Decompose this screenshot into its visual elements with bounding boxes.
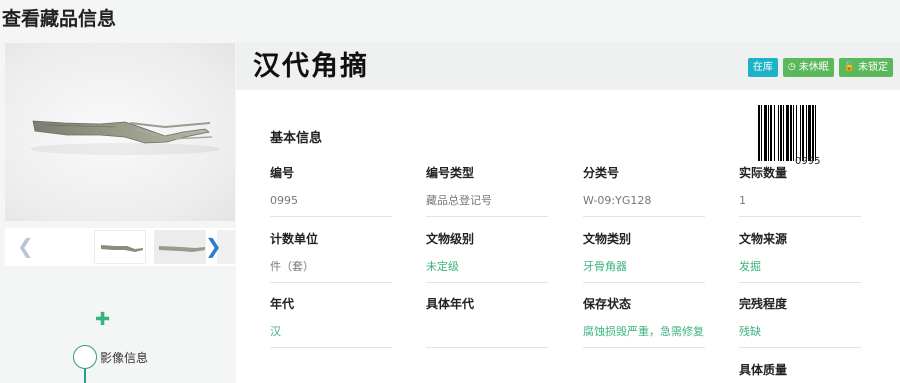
field-preservation: 保存状态 腐蚀损毁严重，急需修复 xyxy=(583,295,705,348)
field-value: 汉 xyxy=(270,321,392,348)
chevron-right-icon[interactable]: ❯ xyxy=(205,234,222,258)
field-quantity: 实际数量 1 xyxy=(739,164,861,217)
field-weight: 具体质量 xyxy=(739,361,861,377)
field-specific-era: 具体年代 xyxy=(426,295,548,348)
barcode xyxy=(758,105,860,161)
status-badge-unlocked: 🔓 未锁定 xyxy=(838,58,893,77)
field-value: 1 xyxy=(739,190,861,217)
plus-icon[interactable]: ✚ xyxy=(95,309,110,330)
field-label: 计数单位 xyxy=(270,232,319,246)
field-value: 发掘 xyxy=(739,256,861,283)
field-value: 藏品总登记号 xyxy=(426,190,548,217)
thumbnail[interactable] xyxy=(94,230,146,264)
timeline-node-icon xyxy=(73,345,97,369)
field-label: 具体年代 xyxy=(426,297,475,311)
field-category: 文物类别 牙骨角器 xyxy=(583,230,705,283)
field-label: 完残程度 xyxy=(739,297,788,311)
field-value: 件（套） xyxy=(270,256,392,283)
field-label: 保存状态 xyxy=(583,297,632,311)
item-title: 汉代角摘 xyxy=(253,51,369,82)
chevron-left-icon[interactable]: ❮ xyxy=(17,234,34,258)
status-badge-not-dormant: ◷ 未休眠 xyxy=(782,58,834,77)
field-label: 年代 xyxy=(270,297,295,311)
timeline-line xyxy=(84,369,86,383)
page-title: 查看藏品信息 xyxy=(2,8,117,30)
field-value: 腐蚀损毁严重，急需修复 xyxy=(583,321,705,348)
field-completeness: 完残程度 残缺 xyxy=(739,295,861,348)
field-value xyxy=(426,321,548,348)
field-grade: 文物级别 未定级 xyxy=(426,230,548,283)
field-value: 残缺 xyxy=(739,321,861,348)
detail-panel: 基本信息 0995 编号 0995 编号类型 藏品总登记号 分类号 W-09:Y… xyxy=(236,90,900,383)
artifact-photo[interactable] xyxy=(5,43,235,221)
lock-icon: 🔓 xyxy=(843,62,855,72)
field-number-type: 编号类型 藏品总登记号 xyxy=(426,164,548,217)
status-badge-instock: 在库 xyxy=(747,58,778,77)
barcode-bar xyxy=(816,105,818,161)
field-label: 具体质量 xyxy=(739,363,788,377)
clock-icon: ◷ xyxy=(787,62,796,72)
section-title: 基本信息 xyxy=(270,131,323,146)
status-badges: 在库 ◷ 未休眠 🔓 未锁定 xyxy=(747,58,893,77)
field-label: 文物级别 xyxy=(426,232,475,246)
field-class-code: 分类号 W-09:YG128 xyxy=(583,164,705,217)
media-info-label[interactable]: 影像信息 xyxy=(100,349,148,366)
field-label: 编号类型 xyxy=(426,166,475,180)
field-value: 未定级 xyxy=(426,256,548,283)
field-number: 编号 0995 xyxy=(270,164,392,217)
field-value: 0995 xyxy=(270,190,392,217)
field-source: 文物来源 发掘 xyxy=(739,230,861,283)
thumbnail[interactable] xyxy=(154,230,206,264)
field-label: 编号 xyxy=(270,166,295,180)
field-era: 年代 汉 xyxy=(270,295,392,348)
field-label: 文物来源 xyxy=(739,232,788,246)
field-label: 文物类别 xyxy=(583,232,632,246)
field-value: W-09:YG128 xyxy=(583,190,705,217)
field-label: 实际数量 xyxy=(739,166,788,180)
thumbnail-strip: ❮ ❯ xyxy=(5,228,235,266)
field-unit: 计数单位 件（套） xyxy=(270,230,392,283)
field-value: 牙骨角器 xyxy=(583,256,705,283)
field-label: 分类号 xyxy=(583,166,620,180)
